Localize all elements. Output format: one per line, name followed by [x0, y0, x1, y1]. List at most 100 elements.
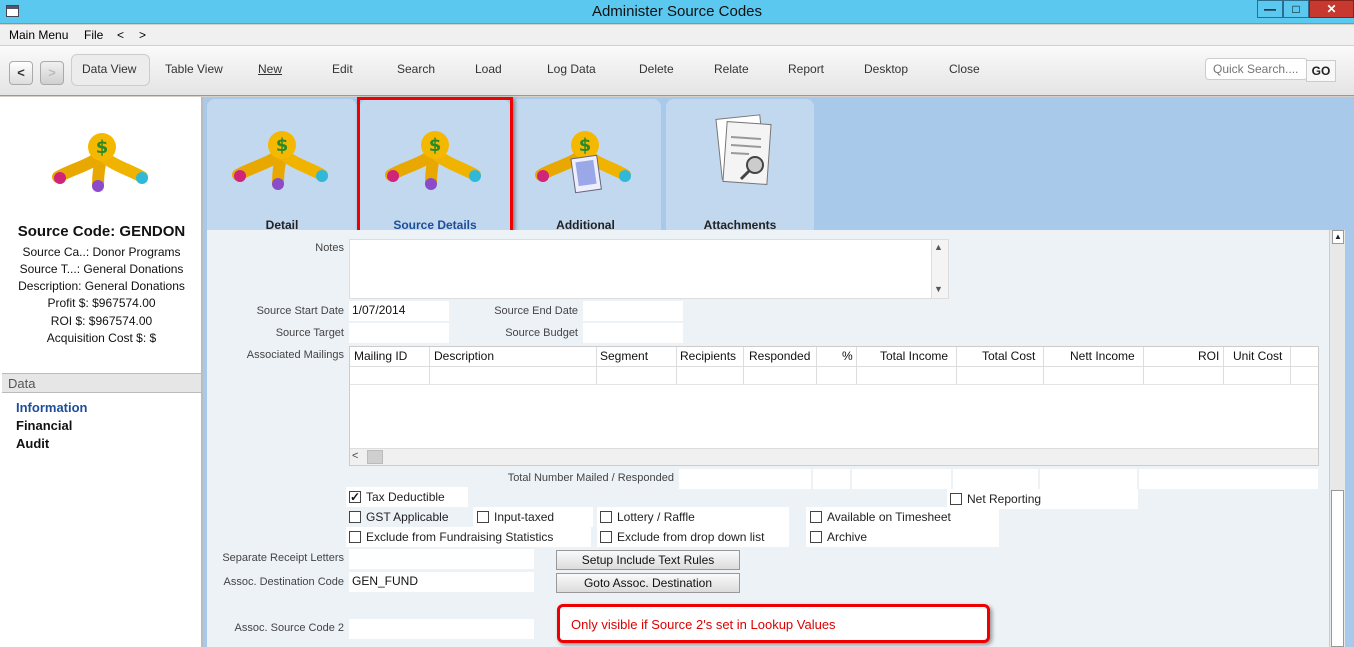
checkbox-icon [349, 531, 361, 543]
total-income-field [852, 469, 951, 489]
notes-scrollbar[interactable]: ▲ ▼ [931, 240, 948, 298]
tax-deductible-checkbox[interactable]: Tax Deductible [349, 489, 445, 507]
quick-search-input[interactable] [1205, 58, 1308, 80]
menu-main-menu[interactable]: Main Menu [9, 28, 68, 42]
back-button[interactable]: < [9, 61, 33, 85]
tab-attachments[interactable]: Attachments [666, 99, 814, 232]
exclude-fundraising-checkbox[interactable]: Exclude from Fundraising Statistics [349, 529, 553, 547]
menu-forward[interactable]: > [139, 28, 146, 42]
archive-checkbox[interactable]: Archive [810, 529, 867, 547]
lottery-raffle-checkbox[interactable]: Lottery / Raffle [600, 509, 695, 527]
separate-receipt-letters-label: Separate Receipt Letters [222, 552, 344, 564]
source-roi: ROI $: $967574.00 [50, 314, 153, 328]
new-button[interactable]: New [258, 62, 282, 76]
col-responded[interactable]: Responded [749, 349, 810, 363]
chevron-left-icon[interactable]: < [352, 450, 358, 462]
search-button[interactable]: Search [397, 62, 435, 76]
delete-button[interactable]: Delete [639, 62, 674, 76]
assoc-source-code-2-field[interactable] [349, 619, 534, 639]
annotation-callout: Only visible if Source 2's set in Lookup… [557, 604, 990, 643]
load-button[interactable]: Load [475, 62, 502, 76]
window-title: Administer Source Codes [591, 3, 763, 20]
sidebar-item-information[interactable]: Information [16, 400, 88, 415]
col-nett-income[interactable]: Nett Income [1070, 349, 1135, 363]
chevron-up-icon[interactable]: ▲ [934, 242, 943, 252]
source-start-date-field[interactable]: 1/07/2014 [349, 301, 449, 321]
source-budget-label: Source Budget [505, 327, 578, 339]
attachments-icon [715, 114, 772, 185]
checkbox-icon [810, 531, 822, 543]
svg-text:$: $ [276, 135, 289, 156]
source-end-date-field[interactable] [583, 301, 683, 321]
input-taxed-checkbox[interactable]: Input-taxed [477, 509, 554, 527]
checkbox-icon [810, 511, 822, 523]
report-button[interactable]: Report [788, 62, 824, 76]
col-total-cost[interactable]: Total Cost [982, 349, 1035, 363]
notes-textarea[interactable]: ▲ ▼ [349, 239, 949, 299]
sidebar-item-audit[interactable]: Audit [16, 436, 49, 451]
checkbox-checked-icon [349, 489, 361, 505]
tab-detail[interactable]: $ Detail [207, 99, 357, 232]
desktop-button[interactable]: Desktop [864, 62, 908, 76]
go-button[interactable]: GO [1306, 60, 1336, 82]
form-vertical-scrollbar[interactable]: ▲ [1329, 230, 1345, 647]
associated-mailings-grid[interactable]: Mailing ID Description Segment Recipient… [349, 346, 1319, 466]
col-unit-cost[interactable]: Unit Cost [1233, 349, 1282, 363]
menu-back[interactable]: < [117, 28, 124, 42]
chevron-up-icon[interactable]: ▲ [1332, 230, 1344, 244]
checkbox-icon [477, 511, 489, 523]
scrollbar-thumb[interactable] [367, 450, 383, 464]
table-view-button[interactable]: Table View [165, 62, 223, 76]
source-target-field[interactable] [349, 323, 449, 343]
svg-text:$: $ [429, 135, 442, 156]
sidebar-item-financial[interactable]: Financial [16, 418, 72, 433]
close-button[interactable]: Close [949, 62, 980, 76]
checkbox-icon [600, 511, 612, 523]
maximize-button[interactable]: □ [1283, 0, 1309, 18]
total-roi-field [1139, 469, 1318, 489]
forward-button[interactable]: > [40, 61, 64, 85]
available-on-timesheet-checkbox[interactable]: Available on Timesheet [810, 509, 951, 527]
grid-horizontal-scrollbar[interactable]: < [350, 448, 1318, 465]
goto-assoc-destination-button[interactable]: Goto Assoc. Destination [556, 573, 740, 593]
col-description[interactable]: Description [434, 349, 494, 363]
additional-info-icon: $ [535, 131, 631, 194]
exclude-dropdown-checkbox[interactable]: Exclude from drop down list [600, 529, 764, 547]
toolbar: < > Data View Table View New Edit Search… [0, 46, 1354, 96]
col-recipients[interactable]: Recipients [680, 349, 736, 363]
assoc-destination-code-field[interactable]: GEN_FUND [349, 572, 534, 592]
table-row[interactable] [350, 367, 1318, 385]
checkbox-icon [600, 531, 612, 543]
tab-source-details[interactable]: $ Source Details [360, 99, 510, 232]
source-end-date-label: Source End Date [494, 305, 578, 317]
source-target-label: Source Target [275, 327, 344, 339]
setup-include-text-rules-button[interactable]: Setup Include Text Rules [556, 550, 740, 570]
total-cost-field [953, 469, 1038, 489]
minimize-button[interactable]: — [1257, 0, 1283, 18]
source-code-icon: $ [385, 131, 481, 190]
scrollbar-thumb[interactable] [1331, 490, 1344, 647]
close-window-button[interactable]: ✕ [1309, 0, 1354, 18]
col-segment[interactable]: Segment [600, 349, 648, 363]
col-roi[interactable]: ROI [1198, 349, 1219, 363]
col-mailing-id[interactable]: Mailing ID [354, 349, 407, 363]
data-view-button[interactable]: Data View [82, 62, 136, 76]
col-total-income[interactable]: Total Income [880, 349, 948, 363]
edit-button[interactable]: Edit [332, 62, 353, 76]
total-mailed-field [679, 469, 811, 489]
gst-applicable-checkbox[interactable]: GST Applicable [349, 509, 449, 527]
source-type: Source T...: General Donations [19, 262, 184, 276]
menu-file[interactable]: File [84, 28, 103, 42]
relate-button[interactable]: Relate [714, 62, 749, 76]
svg-text:$: $ [96, 137, 109, 158]
minimize-icon: — [1264, 2, 1276, 16]
tab-additional[interactable]: $ Additional [510, 99, 661, 232]
source-budget-field[interactable] [583, 323, 683, 343]
col-percent[interactable]: % [842, 349, 853, 363]
chevron-down-icon[interactable]: ▼ [934, 284, 943, 294]
separate-receipt-letters-field[interactable] [349, 549, 534, 569]
source-profit: Profit $: $967574.00 [47, 296, 156, 310]
maximize-icon: □ [1292, 2, 1300, 16]
source-code-title: Source Code: GENDON [17, 223, 186, 240]
log-data-button[interactable]: Log Data [547, 62, 596, 76]
